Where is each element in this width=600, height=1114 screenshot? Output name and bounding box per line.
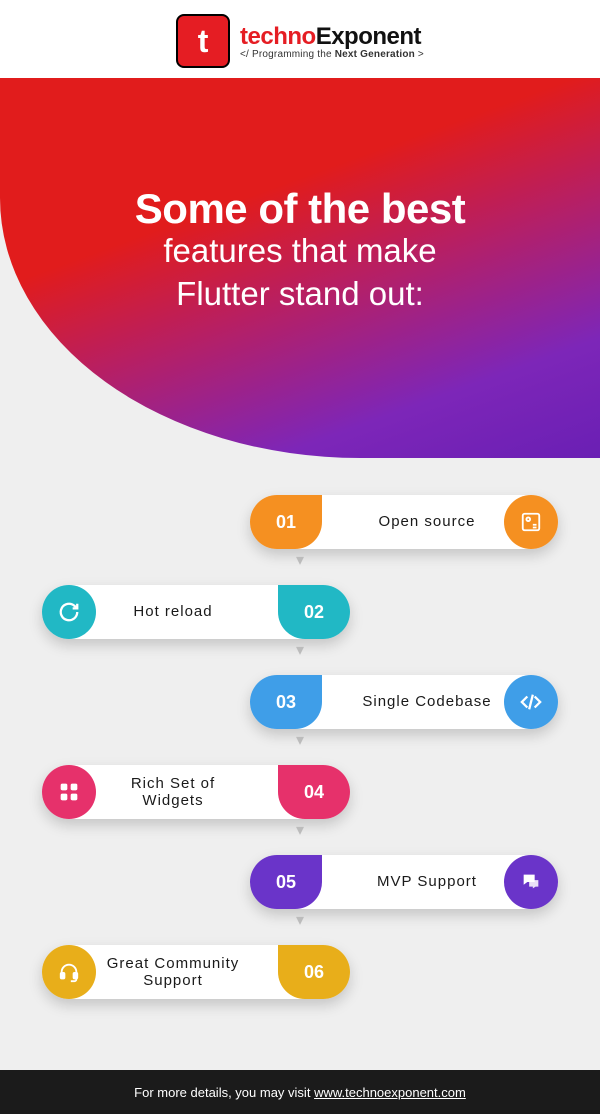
- reload-icon: [42, 585, 96, 639]
- widgets-icon: [42, 765, 96, 819]
- feature-number: 05: [250, 855, 322, 909]
- hero-title-line3: Flutter stand out:: [0, 273, 600, 316]
- feature-label: Hot reload: [90, 603, 256, 620]
- logo-tagline-strong: Next Generation: [335, 49, 415, 60]
- feature-number: 03: [250, 675, 322, 729]
- connector-arrow: ▾: [296, 913, 304, 929]
- connector-arrow: ▾: [296, 643, 304, 659]
- logo-tagline-suffix: >: [415, 49, 424, 60]
- connector-arrow: ▾: [296, 553, 304, 569]
- footer-link[interactable]: www.technoexponent.com: [314, 1085, 466, 1100]
- logo-brand-part2: Exponent: [316, 23, 421, 50]
- logo-tagline-prefix: </ Programming the: [240, 49, 335, 60]
- feature-item-06: Great CommunitySupport 06: [42, 945, 350, 999]
- logo-text: technoExponent </ Programming the Next G…: [240, 23, 424, 60]
- code-icon: [504, 675, 558, 729]
- feature-number: 06: [278, 945, 350, 999]
- feature-number: 02: [278, 585, 350, 639]
- logo-tagline: </ Programming the Next Generation >: [240, 49, 424, 60]
- hero: Some of the best features that make Flut…: [0, 78, 600, 458]
- feature-label: Great CommunitySupport: [90, 955, 256, 990]
- logo-brand: technoExponent: [240, 23, 424, 51]
- feature-number: 04: [278, 765, 350, 819]
- feature-number: 01: [250, 495, 322, 549]
- feature-label: MVP Support: [344, 873, 510, 890]
- feature-label: Open source: [344, 513, 510, 530]
- footer: For more details, you may visit www.tech…: [0, 1070, 600, 1114]
- logo-brand-part1: techno: [240, 23, 316, 50]
- connector-arrow: ▾: [296, 823, 304, 839]
- feature-item-05: 05 MVP Support: [250, 855, 558, 909]
- hero-title-line2: features that make: [0, 230, 600, 273]
- connector-arrow: ▾: [296, 733, 304, 749]
- footer-text: For more details, you may visit: [134, 1085, 310, 1100]
- feature-label: Single Codebase: [344, 693, 510, 710]
- headset-icon: [42, 945, 96, 999]
- feature-item-01: 01 Open source: [250, 495, 558, 549]
- feature-label: Rich Set ofWidgets: [90, 775, 256, 810]
- open-source-icon: [504, 495, 558, 549]
- logo-header: t technoExponent </ Programming the Next…: [0, 0, 600, 78]
- hero-title: Some of the best features that make Flut…: [0, 78, 600, 316]
- feature-item-04: Rich Set ofWidgets 04: [42, 765, 350, 819]
- feature-item-02: Hot reload 02: [42, 585, 350, 639]
- logo-badge: t: [176, 14, 230, 68]
- hero-title-line1: Some of the best: [0, 188, 600, 230]
- logo: t technoExponent </ Programming the Next…: [176, 14, 424, 68]
- chat-icon: [504, 855, 558, 909]
- feature-item-03: 03 Single Codebase: [250, 675, 558, 729]
